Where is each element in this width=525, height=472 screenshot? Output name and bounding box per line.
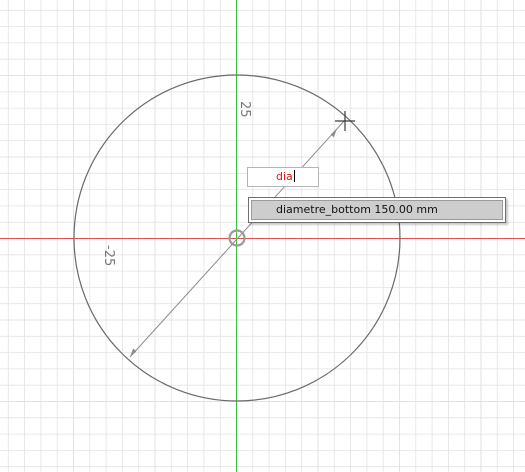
grid — [0, 0, 525, 472]
dimension-input[interactable]: dia — [247, 167, 319, 187]
grid-label-top: 25 — [237, 101, 252, 118]
parameter-value: 150.00 mm — [374, 203, 438, 216]
autocomplete-dropdown: diametre_bottom 150.00 mm — [248, 197, 506, 223]
text-caret — [293, 170, 295, 182]
arrowhead-icon — [330, 128, 337, 138]
sketch-canvas[interactable]: 25 -25 — [0, 0, 525, 472]
autocomplete-item[interactable]: diametre_bottom 150.00 mm — [251, 200, 503, 220]
grid-label-left: -25 — [101, 245, 116, 266]
dimension-input-text: dia — [276, 170, 293, 183]
parameter-name: diametre_bottom — [276, 203, 371, 216]
